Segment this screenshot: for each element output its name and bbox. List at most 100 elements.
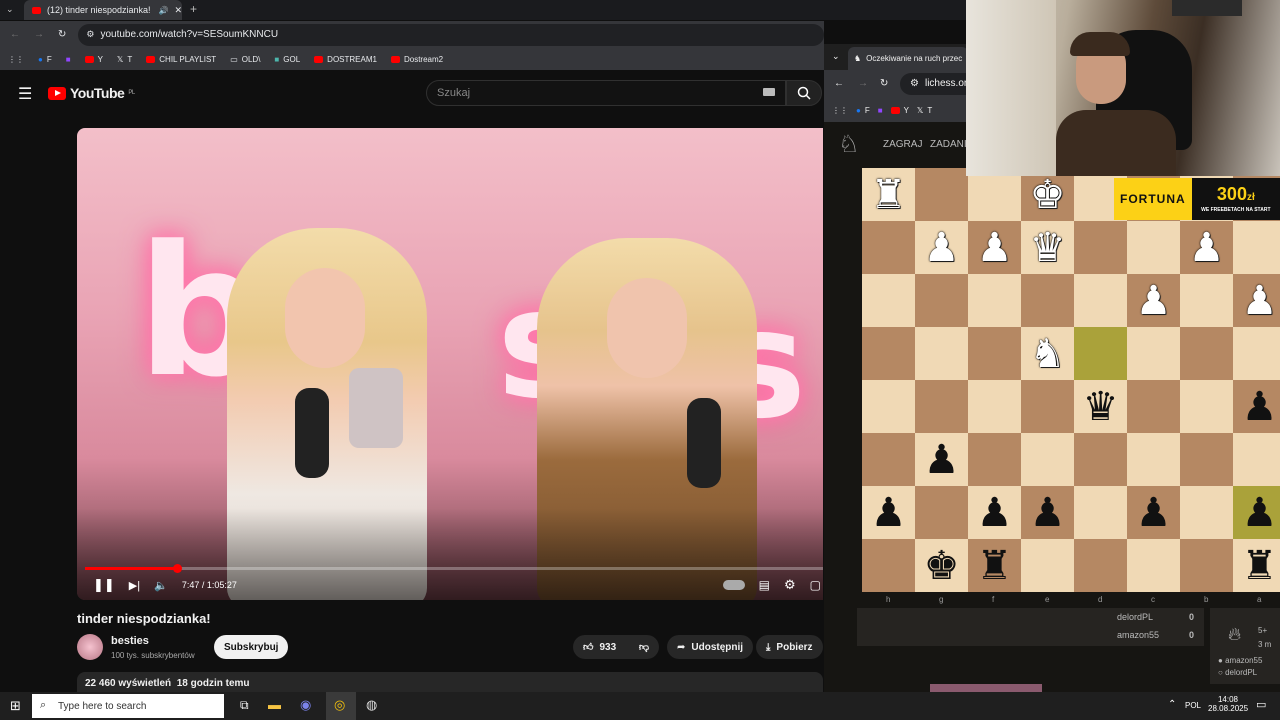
board-square[interactable] xyxy=(1127,539,1180,592)
like-button[interactable]: 👍︎ 933 xyxy=(583,641,616,654)
board-square[interactable] xyxy=(968,274,1021,327)
apps-grid-icon[interactable]: ⋮⋮ xyxy=(8,55,24,64)
board-square[interactable]: ♟ xyxy=(1180,221,1233,274)
board-square[interactable] xyxy=(1180,433,1233,486)
keyboard-icon[interactable] xyxy=(763,88,775,96)
board-square[interactable] xyxy=(1127,380,1180,433)
board-square[interactable]: ♟ xyxy=(1127,486,1180,539)
progress-bar[interactable] xyxy=(85,567,823,570)
bookmark-dostream1[interactable]: DOSTREAM1 xyxy=(314,55,377,64)
reload-icon[interactable]: ↻ xyxy=(58,29,66,40)
bookmark-x[interactable]: 𝕏T xyxy=(117,55,132,64)
board-square[interactable]: ♛ xyxy=(1074,380,1127,433)
volume-icon[interactable]: 🔈 xyxy=(154,579,168,592)
subscribe-button[interactable]: Subskrybuj xyxy=(214,635,289,659)
board-square[interactable] xyxy=(862,274,915,327)
seek-panel[interactable]: 🔥︎ 5+ 3 m ● amazon55 ○ delordPL xyxy=(1210,608,1280,684)
close-tab-icon[interactable]: ✕ xyxy=(174,5,182,16)
bookmark-f[interactable]: ● F xyxy=(856,106,870,115)
bookmark-gol[interactable]: ■ GOL xyxy=(274,55,300,64)
board-square[interactable] xyxy=(862,327,915,380)
miniplayer-icon[interactable]: ▢ xyxy=(810,578,821,592)
forward-icon[interactable]: → xyxy=(858,78,868,89)
bookmark-f[interactable]: ● F xyxy=(38,55,52,64)
progress-scrubber[interactable] xyxy=(172,564,182,573)
menu-icon[interactable]: ☰ xyxy=(18,84,32,104)
back-icon[interactable]: ← xyxy=(834,78,844,89)
board-square[interactable] xyxy=(1021,433,1074,486)
autoplay-toggle[interactable] xyxy=(722,580,745,590)
board-square[interactable] xyxy=(1021,274,1074,327)
taskbar-search-input[interactable]: ⌕ Type here to search xyxy=(32,694,224,718)
board-square[interactable]: ♟ xyxy=(968,486,1021,539)
board-square[interactable] xyxy=(1127,221,1180,274)
board-square[interactable] xyxy=(1074,221,1127,274)
dislike-button[interactable]: 👎︎ xyxy=(639,641,649,653)
board-square[interactable] xyxy=(1233,327,1280,380)
video-description[interactable]: 22 460 wyświetleń 18 godzin temu xyxy=(77,672,823,692)
bookmark-twitch[interactable]: ■ xyxy=(878,106,883,115)
bookmark-x[interactable]: 𝕏T xyxy=(917,106,932,115)
black-pawn-icon[interactable]: ♟ xyxy=(1242,493,1278,533)
board-square[interactable] xyxy=(862,221,915,274)
board-square[interactable]: ♟ xyxy=(1233,486,1280,539)
bookmark-y[interactable]: Y xyxy=(84,55,103,64)
discord-icon[interactable]: ◉ xyxy=(300,697,311,713)
board-square[interactable] xyxy=(862,380,915,433)
black-pawn-icon[interactable]: ♟ xyxy=(977,493,1013,533)
board-square[interactable] xyxy=(1180,327,1233,380)
apps-grid-icon[interactable]: ⋮⋮ xyxy=(832,106,848,115)
board-square[interactable] xyxy=(1233,433,1280,486)
board-square[interactable]: ♟ xyxy=(915,433,968,486)
windows-start-icon[interactable]: ⊞ xyxy=(10,698,21,714)
board-square[interactable]: ♟ xyxy=(1233,380,1280,433)
task-view-icon[interactable]: ⧉ xyxy=(240,698,249,713)
nav-play[interactable]: ZAGRAJ xyxy=(883,139,922,150)
white-rook-icon[interactable]: ♜ xyxy=(871,175,907,215)
back-icon[interactable]: ← xyxy=(10,29,20,40)
search-button[interactable] xyxy=(786,80,822,106)
bookmark-twitch[interactable]: ■ xyxy=(66,55,71,64)
board-square[interactable]: ♟ xyxy=(1233,274,1280,327)
tab-lichess[interactable]: ♞ Oczekiwanie na ruch przec xyxy=(848,47,968,70)
board-square[interactable] xyxy=(862,539,915,592)
board-square[interactable] xyxy=(968,433,1021,486)
nav-puzzles[interactable]: ZADANI xyxy=(930,139,967,150)
tray-chevron-icon[interactable]: ⌃ xyxy=(1168,699,1176,710)
share-button[interactable]: ➦ Udostępnij xyxy=(667,635,754,659)
channel-avatar[interactable] xyxy=(77,634,103,660)
lichess-logo-icon[interactable]: ♘ xyxy=(838,130,860,159)
white-pawn-icon[interactable]: ♟ xyxy=(1242,281,1278,321)
board-square[interactable] xyxy=(1127,433,1180,486)
tab-list-chevron-icon[interactable]: ⌄ xyxy=(832,51,840,62)
board-square[interactable]: ♛ xyxy=(1021,221,1074,274)
black-pawn-icon[interactable]: ♟ xyxy=(1030,493,1066,533)
board-square[interactable] xyxy=(1127,327,1180,380)
next-icon[interactable]: ▶| xyxy=(129,579,140,592)
black-pawn-icon[interactable]: ♟ xyxy=(1136,493,1172,533)
white-pawn-icon[interactable]: ♟ xyxy=(1189,228,1225,268)
black-king-icon[interactable]: ♚ xyxy=(924,546,960,586)
settings-gear-icon[interactable]: ⚙ xyxy=(784,577,796,593)
board-square[interactable] xyxy=(1233,221,1280,274)
clock[interactable]: 14:08 28.08.2025 xyxy=(1208,695,1248,713)
url-field[interactable]: ⚙ youtube.com/watch?v=SESoumKNNCU xyxy=(78,23,824,46)
board-square[interactable] xyxy=(915,168,968,221)
chrome-icon[interactable]: ◎ xyxy=(334,697,345,713)
white-queen-icon[interactable]: ♛ xyxy=(1030,228,1066,268)
youtube-logo[interactable]: YouTube PL xyxy=(48,85,135,101)
subtitles-icon[interactable]: ▤ xyxy=(759,578,770,592)
site-info-icon[interactable]: ⚙ xyxy=(86,29,94,40)
white-pawn-icon[interactable]: ♟ xyxy=(977,228,1013,268)
reload-icon[interactable]: ↻ xyxy=(880,78,888,89)
board-square[interactable] xyxy=(1074,274,1127,327)
tab-youtube[interactable]: (12) tinder niespodzianka! - 🔊 ✕ xyxy=(24,0,182,20)
board-square[interactable] xyxy=(1074,539,1127,592)
board-square[interactable]: ♜ xyxy=(1233,539,1280,592)
forward-icon[interactable]: → xyxy=(34,29,44,40)
white-pawn-icon[interactable]: ♟ xyxy=(1136,281,1172,321)
black-pawn-icon[interactable]: ♟ xyxy=(924,440,960,480)
bookmark-chil-playlist[interactable]: CHIL PLAYLIST xyxy=(146,55,216,64)
board-square[interactable] xyxy=(915,327,968,380)
notifications-icon[interactable]: ▭ xyxy=(1256,698,1266,711)
